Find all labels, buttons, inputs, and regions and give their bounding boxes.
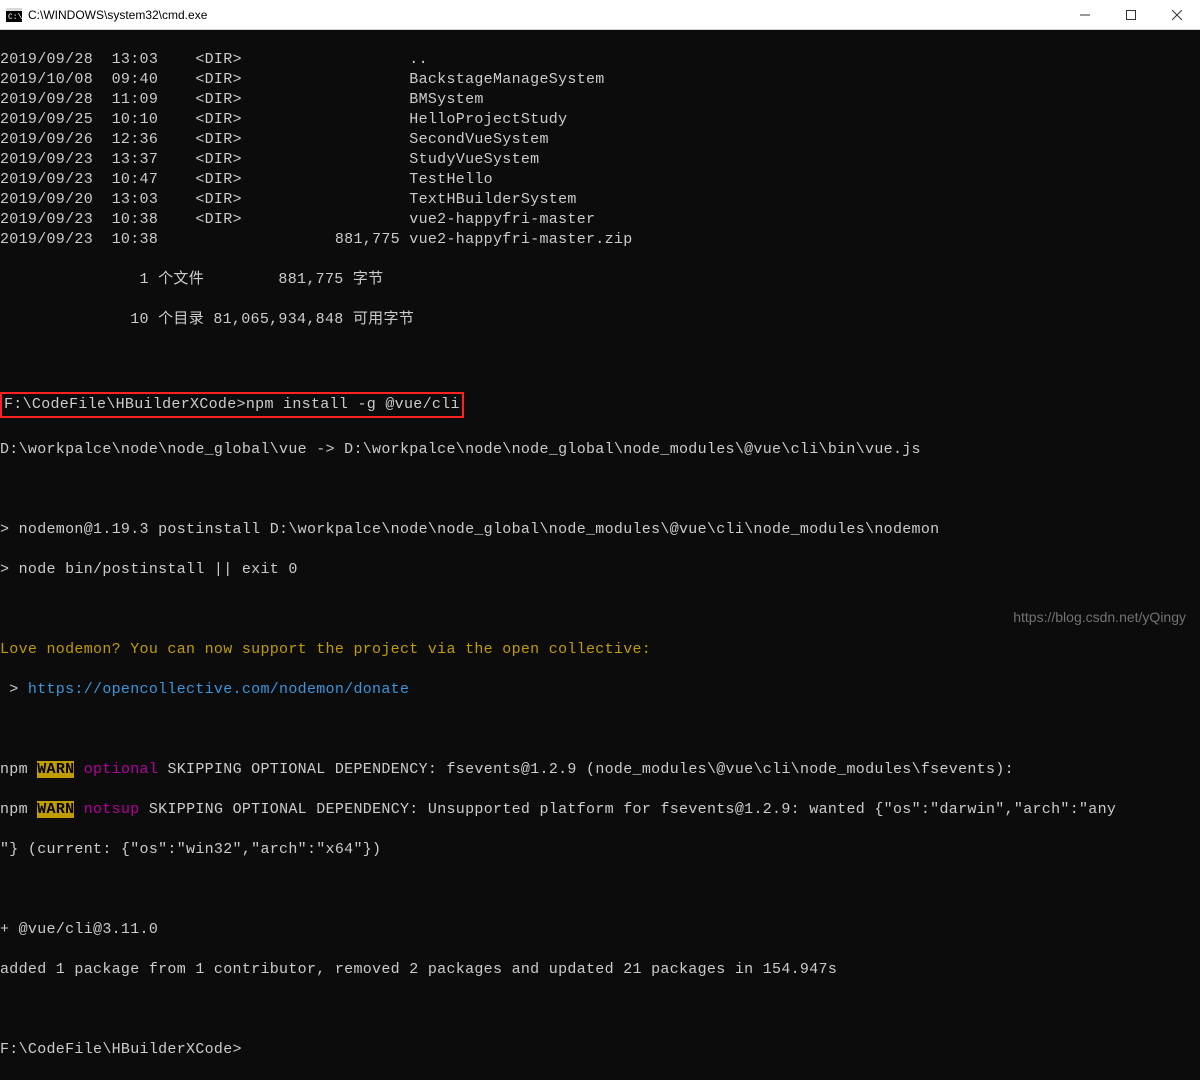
watermark: https://blog.csdn.net/yQingy [1013,609,1186,625]
final-prompt: F:\CodeFile\HBuilderXCode> [0,1040,1200,1060]
dir-entry: 2019/09/23 10:47 <DIR> TestHello [0,170,1200,190]
npm-install-command: npm install -g @vue/cli [246,396,460,413]
maximize-button[interactable] [1108,0,1154,29]
cmd-icon: C:\ [6,7,22,23]
npm-warn-2: npm WARN notsup SKIPPING OPTIONAL DEPEND… [0,800,1200,820]
installed-pkg: + @vue/cli@3.11.0 [0,920,1200,940]
npm-warn-1: npm WARN optional SKIPPING OPTIONAL DEPE… [0,760,1200,780]
dir-entry: 2019/09/28 13:03 <DIR> .. [0,50,1200,70]
summary-dirs: 10 个目录 81,065,934,848 可用字节 [0,310,1200,330]
donate-url: https://opencollective.com/nodemon/donat… [28,681,409,698]
dir-entry: 2019/09/28 11:09 <DIR> BMSystem [0,90,1200,110]
arrow: > [0,681,28,698]
postinstall-line-2: > node bin/postinstall || exit 0 [0,560,1200,580]
dir-entry: 2019/09/25 10:10 <DIR> HelloProjectStudy [0,110,1200,130]
dir-entry: 2019/10/08 09:40 <DIR> BackstageManageSy… [0,70,1200,90]
dir-entry: 2019/09/23 10:38 881,775 vue2-happyfri-m… [0,230,1200,250]
command-highlight: F:\CodeFile\HBuilderXCode>npm install -g… [0,392,464,418]
symlink-line: D:\workpalce\node\node_global\vue -> D:\… [0,440,1200,460]
dir-entry: 2019/09/23 13:37 <DIR> StudyVueSystem [0,150,1200,170]
window-controls [1062,0,1200,29]
warn-tag: WARN [37,801,74,818]
window-titlebar: C:\ C:\WINDOWS\system32\cmd.exe [0,0,1200,30]
npm-warn-2-cont: "} (current: {"os":"win32","arch":"x64"}… [0,840,1200,860]
warn-tag: WARN [37,761,74,778]
install-summary: added 1 package from 1 contributor, remo… [0,960,1200,980]
nodemon-love-msg: Love nodemon? You can now support the pr… [0,640,1200,660]
dir-entry: 2019/09/23 10:38 <DIR> vue2-happyfri-mas… [0,210,1200,230]
postinstall-line-1: > nodemon@1.19.3 postinstall D:\workpalc… [0,520,1200,540]
prompt-path: F:\CodeFile\HBuilderXCode> [4,396,246,413]
dir-entry: 2019/09/20 13:03 <DIR> TextHBuilderSyste… [0,190,1200,210]
minimize-button[interactable] [1062,0,1108,29]
terminal-output[interactable]: 2019/09/28 13:03 <DIR> ..2019/10/08 09:4… [0,30,1200,1080]
close-button[interactable] [1154,0,1200,29]
svg-text:C:\: C:\ [8,13,22,22]
summary-files: 1 个文件 881,775 字节 [0,270,1200,290]
window-title: C:\WINDOWS\system32\cmd.exe [28,8,1062,22]
dir-entry: 2019/09/26 12:36 <DIR> SecondVueSystem [0,130,1200,150]
